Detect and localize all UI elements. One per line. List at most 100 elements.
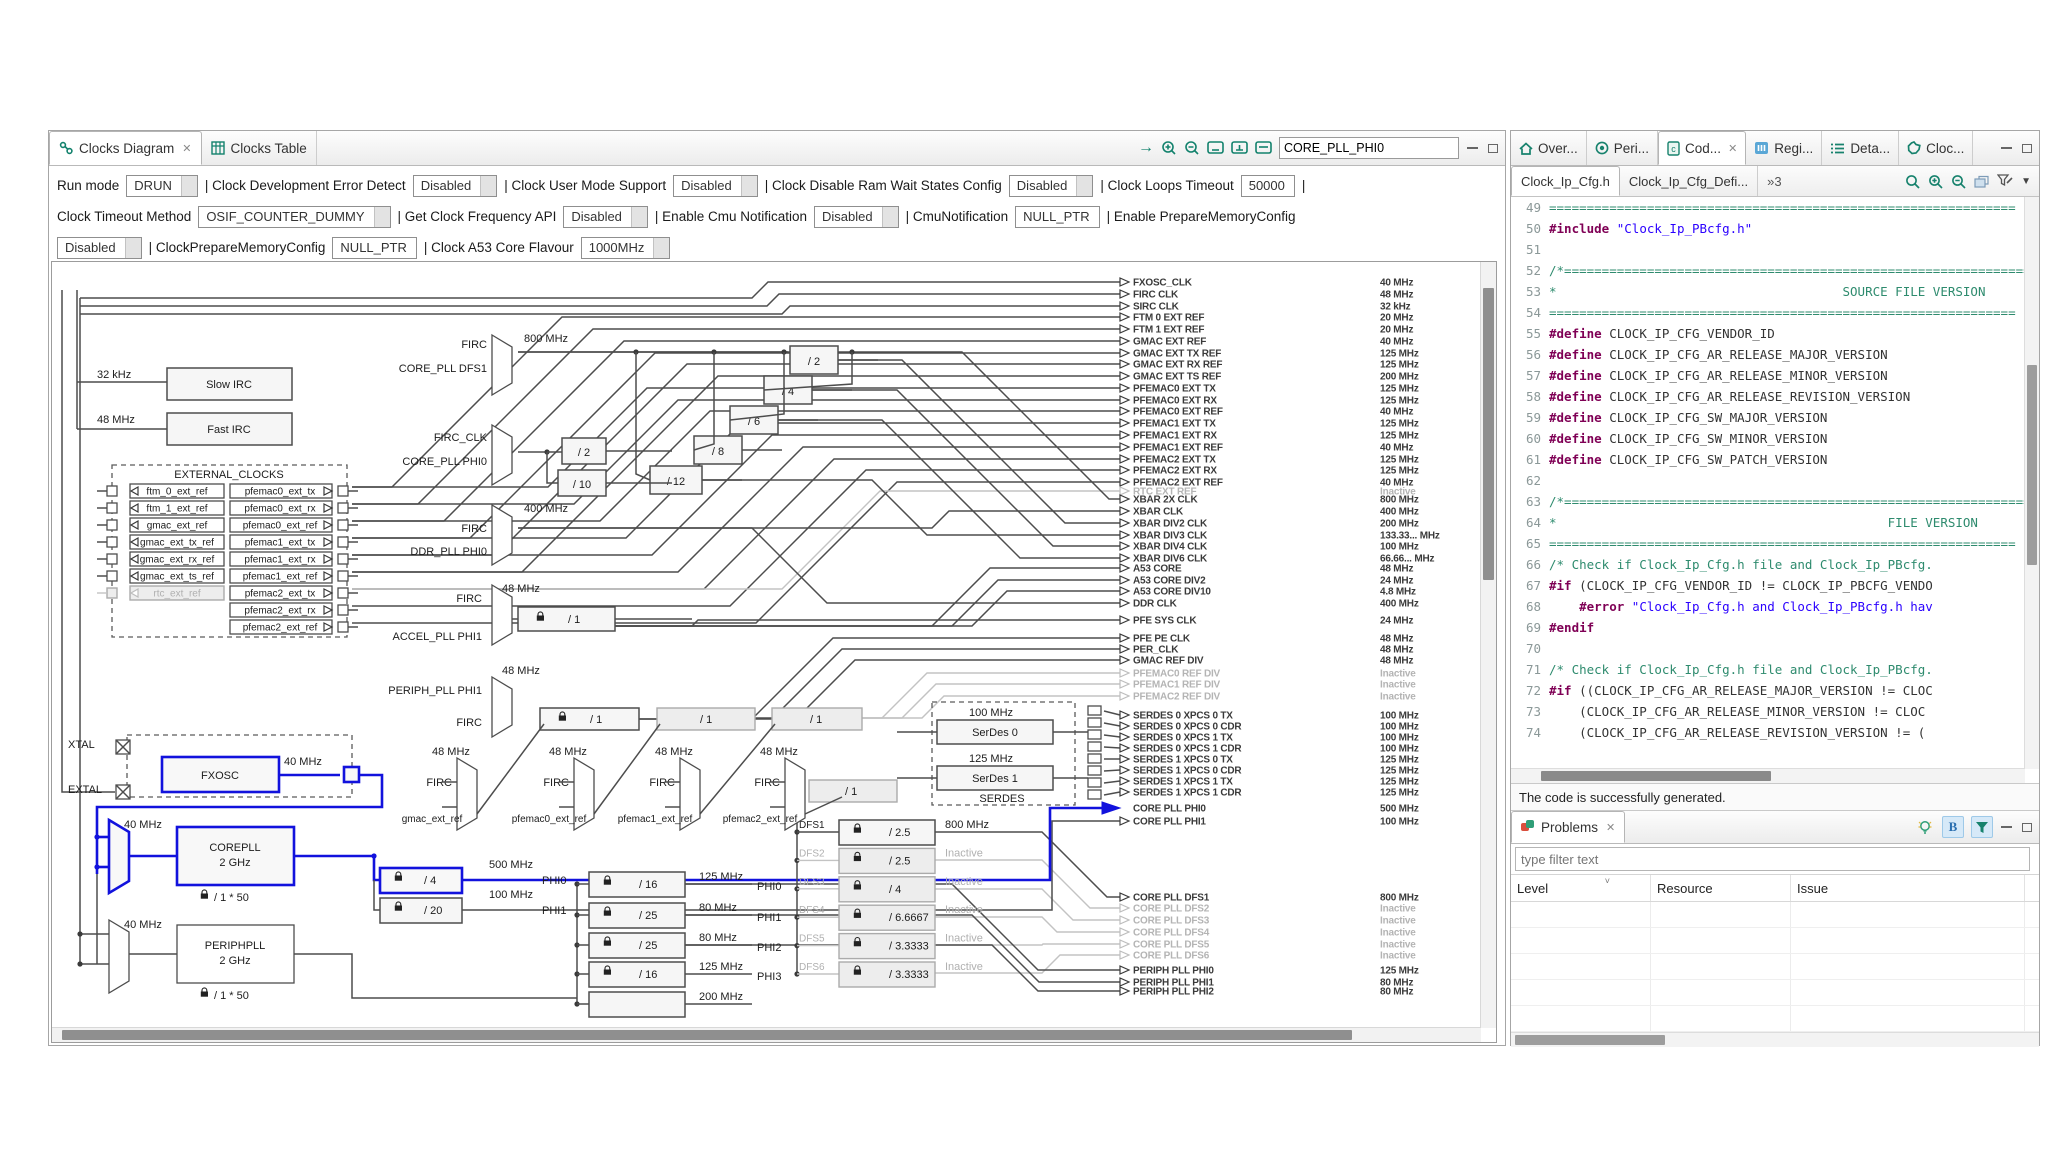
clock-output-row-sirc-clk[interactable]: SIRC CLK32 kHz bbox=[1120, 302, 1411, 313]
editor-tab-clock_ip_cfgh[interactable]: Clock_Ip_Cfg.h bbox=[1511, 166, 1620, 196]
setting-value-disabled[interactable]: Disabled bbox=[673, 175, 758, 197]
code-line-59[interactable]: 59#define CLOCK_IP_CFG_SW_MAJOR_VERSION bbox=[1511, 407, 2039, 428]
code-line-50[interactable]: 50#include "Clock_Ip_PBcfg.h" bbox=[1511, 218, 2039, 239]
code-line-56[interactable]: 56#define CLOCK_IP_CFG_AR_RELEASE_MAJOR_… bbox=[1511, 344, 2039, 365]
port-square[interactable] bbox=[107, 554, 117, 564]
clock-output-row-core-pll-dfs1[interactable]: CORE PLL DFS1800 MHz bbox=[1120, 893, 1419, 904]
clock-output-row-pfemac1-ext-rx[interactable]: PFEMAC1 EXT RX125 MHz bbox=[1120, 431, 1419, 442]
linked-editor-icon[interactable] bbox=[1974, 175, 1989, 188]
divider-/ 16[interactable] bbox=[589, 872, 685, 897]
clock-output-row-a53-core-div10[interactable]: A53 CORE DIV104.8 MHz bbox=[1120, 587, 1416, 598]
zoom-in-icon[interactable] bbox=[1928, 174, 1943, 189]
serdes-port[interactable] bbox=[1088, 790, 1101, 799]
filter-settings-icon[interactable] bbox=[1997, 174, 2013, 188]
clock-output-row-pfemac1-ext-ref[interactable]: PFEMAC1 EXT REF40 MHz bbox=[1120, 443, 1413, 454]
bold-filter-icon[interactable]: B bbox=[1942, 816, 1964, 838]
clock-output-row-ftm-0-ext-ref[interactable]: FTM 0 EXT REF20 MHz bbox=[1120, 313, 1413, 324]
filter-funnel-icon[interactable] bbox=[1971, 816, 1993, 838]
tab-clocks-diagram[interactable]: Clocks Diagram ✕ bbox=[49, 131, 202, 165]
quick-fix-icon[interactable] bbox=[1915, 817, 1935, 837]
setting-value-disabled[interactable]: Disabled bbox=[563, 206, 648, 228]
code-line-55[interactable]: 55#define CLOCK_IP_CFG_VENDOR_ID bbox=[1511, 323, 2039, 344]
code-line-53[interactable]: 53* SOURCE FILE VERSION bbox=[1511, 281, 2039, 302]
clock-mux-1[interactable] bbox=[492, 425, 512, 485]
code-line-71[interactable]: 71/* Check if Clock_Ip_Cfg.h file and Cl… bbox=[1511, 659, 2039, 680]
view-tab-deta[interactable]: Deta... bbox=[1822, 131, 1899, 165]
port-square[interactable] bbox=[107, 537, 117, 547]
go-to-icon[interactable]: → bbox=[1138, 139, 1154, 157]
setting-value-drun[interactable]: DRUN bbox=[126, 175, 198, 197]
code-line-52[interactable]: 52/*====================================… bbox=[1511, 260, 2039, 281]
setting-value-disabled[interactable]: Disabled bbox=[814, 206, 899, 228]
code-line-49[interactable]: 49======================================… bbox=[1511, 197, 2039, 218]
scrollbar-thumb[interactable] bbox=[1483, 288, 1494, 580]
spinner[interactable] bbox=[374, 207, 390, 227]
code-line-74[interactable]: 74 (CLOCK_IP_CFG_AR_RELEASE_REVISION_VER… bbox=[1511, 722, 2039, 743]
port-square[interactable] bbox=[338, 588, 348, 598]
maximize-icon[interactable] bbox=[1486, 143, 1499, 154]
clock-output-row-ftm-1-ext-ref[interactable]: FTM 1 EXT REF20 MHz bbox=[1120, 325, 1413, 336]
clock-output-row-core-pll-dfs2[interactable]: CORE PLL DFS2Inactive bbox=[1120, 904, 1416, 915]
clock-output-row-serdes-1-xpcs-1-tx[interactable]: SERDES 1 XPCS 1 TX125 MHz bbox=[1120, 777, 1419, 788]
code-line-63[interactable]: 63/*====================================… bbox=[1511, 491, 2039, 512]
clock-output-row-gmac-ref-div[interactable]: GMAC REF DIV48 MHz bbox=[1120, 656, 1413, 667]
serdes-port[interactable] bbox=[1088, 730, 1101, 739]
clock-output-row-pfemac0-ref-div[interactable]: PFEMAC0 REF DIVInactive bbox=[1120, 669, 1416, 680]
table-row[interactable] bbox=[1511, 928, 2039, 954]
clock-output-row-a53-core[interactable]: A53 CORE48 MHz bbox=[1120, 564, 1413, 575]
dfs-divider-dfs2[interactable] bbox=[839, 848, 935, 873]
code-line-62[interactable]: 62 bbox=[1511, 470, 2039, 491]
clock-output-row-a53-core-div2[interactable]: A53 CORE DIV224 MHz bbox=[1120, 576, 1413, 587]
minimize-icon[interactable] bbox=[1466, 143, 1479, 154]
divider-/4[interactable] bbox=[380, 868, 462, 893]
code-line-65[interactable]: 65======================================… bbox=[1511, 533, 2039, 554]
clock-output-row-xbar-div2-clk[interactable]: XBAR DIV2 CLK200 MHz bbox=[1120, 519, 1419, 530]
clock-output-row-serdes-0-xpcs-0-tx[interactable]: SERDES 0 XPCS 0 TX100 MHz bbox=[1120, 711, 1419, 722]
serdes-port[interactable] bbox=[1088, 706, 1101, 715]
clock-output-row-core-pll-dfs5[interactable]: CORE PLL DFS5Inactive bbox=[1120, 940, 1416, 951]
clock-output-row-pfemac1-ref-div[interactable]: PFEMAC1 REF DIVInactive bbox=[1120, 680, 1416, 691]
clocks-diagram-canvas[interactable]: Slow IRC32 kHzFast IRC48 MHzEXTERNAL_CLO… bbox=[51, 261, 1497, 1043]
code-line-61[interactable]: 61#define CLOCK_IP_CFG_SW_PATCH_VERSION bbox=[1511, 449, 2039, 470]
clock-output-row-per_clk[interactable]: PER_CLK48 MHz bbox=[1120, 645, 1413, 656]
clock-output-row-pfemac0-ext-tx[interactable]: PFEMAC0 EXT TX125 MHz bbox=[1120, 384, 1419, 395]
spinner[interactable] bbox=[125, 238, 141, 258]
clock-output-row-serdes-0-xpcs-1-tx[interactable]: SERDES 0 XPCS 1 TX100 MHz bbox=[1120, 733, 1419, 744]
port-square[interactable] bbox=[338, 571, 348, 581]
clock-output-row-pfemac2-ext-tx[interactable]: PFEMAC2 EXT TX125 MHz bbox=[1120, 455, 1419, 466]
spinner[interactable] bbox=[480, 176, 496, 196]
clock-output-row-pfemac0-ext-ref[interactable]: PFEMAC0 EXT REF40 MHz bbox=[1120, 407, 1413, 418]
port-square[interactable] bbox=[107, 571, 117, 581]
maximize-icon[interactable] bbox=[2020, 822, 2033, 833]
dropdown-caret-icon[interactable]: ▼ bbox=[2021, 176, 2031, 187]
spinner[interactable] bbox=[741, 176, 757, 196]
clock-output-row-serdes-1-xpcs-0-cdr[interactable]: SERDES 1 XPCS 0 CDR125 MHz bbox=[1120, 766, 1419, 777]
fit-window-icon[interactable] bbox=[1207, 141, 1224, 155]
clock-output-row-pfemac2-ref-div[interactable]: PFEMAC2 REF DIVInactive bbox=[1120, 692, 1416, 703]
clock-output-row-xbar-div4-clk[interactable]: XBAR DIV4 CLK100 MHz bbox=[1120, 542, 1419, 553]
setting-value-osif_counter_dummy[interactable]: OSIF_COUNTER_DUMMY bbox=[198, 206, 390, 228]
minimize-icon[interactable] bbox=[2000, 143, 2013, 154]
clock-output-row-gmac-ext-ref[interactable]: GMAC EXT REF40 MHz bbox=[1120, 337, 1413, 348]
clock-output-row-fxosc_clk[interactable]: FXOSC_CLK40 MHz bbox=[1120, 278, 1413, 289]
column-header-resource[interactable]: Resource bbox=[1651, 875, 1791, 901]
editor-vscrollbar[interactable] bbox=[2024, 197, 2039, 769]
close-icon[interactable]: ✕ bbox=[182, 142, 191, 155]
fit-width-icon[interactable] bbox=[1231, 141, 1248, 155]
dfs-divider-dfs3[interactable] bbox=[839, 877, 935, 902]
port-square[interactable] bbox=[338, 537, 348, 547]
code-line-51[interactable]: 51 bbox=[1511, 239, 2039, 260]
port-square[interactable] bbox=[344, 767, 359, 782]
clock-output-row-serdes-1-xpcs-0-tx[interactable]: SERDES 1 XPCS 0 TX125 MHz bbox=[1120, 755, 1419, 766]
column-header-level[interactable]: Level˅ bbox=[1511, 875, 1651, 901]
code-editor[interactable]: 49======================================… bbox=[1511, 197, 2039, 783]
filter-input[interactable] bbox=[1515, 847, 2030, 871]
zoom-in-icon[interactable] bbox=[1161, 140, 1177, 156]
scrollbar-thumb[interactable] bbox=[1541, 771, 1771, 781]
column-header-issue[interactable]: Issue bbox=[1791, 875, 2025, 901]
setting-value-50000[interactable]: 50000 bbox=[1241, 175, 1295, 197]
view-tab-cloc[interactable]: Cloc... bbox=[1899, 131, 1973, 165]
problems-hscrollbar[interactable] bbox=[1511, 1032, 2039, 1047]
maximize-icon[interactable] bbox=[2020, 143, 2033, 154]
port-square[interactable] bbox=[107, 520, 117, 530]
